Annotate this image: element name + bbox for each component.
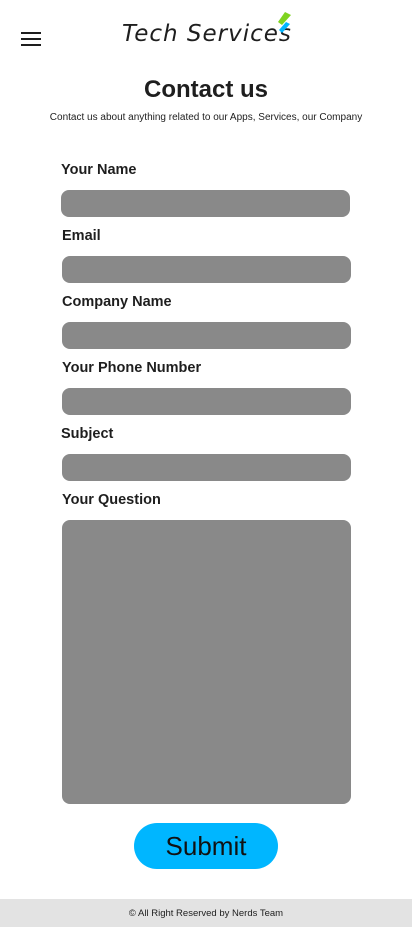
logo-text: Tech Services <box>122 21 292 47</box>
subject-label: Subject <box>61 426 114 442</box>
submit-button[interactable]: Submit <box>134 823 278 869</box>
subject-input[interactable] <box>62 454 351 481</box>
name-label: Your Name <box>61 162 137 178</box>
phone-input[interactable] <box>62 388 351 415</box>
top-header: Tech Services <box>0 0 412 70</box>
page-subtitle: Contact us about anything related to our… <box>49 112 363 123</box>
logo[interactable]: Tech Services <box>122 12 294 54</box>
menu-line <box>21 32 41 34</box>
hamburger-menu-icon[interactable] <box>21 32 41 46</box>
page-title: Contact us <box>143 76 268 103</box>
footer: © All Right Reserved by Nerds Team <box>0 899 412 927</box>
email-input[interactable] <box>62 256 351 283</box>
menu-line <box>21 44 41 46</box>
name-input[interactable] <box>61 190 350 217</box>
email-label: Email <box>62 228 101 244</box>
question-textarea[interactable] <box>62 520 351 804</box>
question-label: Your Question <box>62 492 161 508</box>
company-name-input[interactable] <box>62 322 351 349</box>
phone-label: Your Phone Number <box>62 360 202 376</box>
menu-line <box>21 38 41 40</box>
leaf-icon <box>278 12 291 33</box>
company-name-label: Company Name <box>62 294 172 310</box>
